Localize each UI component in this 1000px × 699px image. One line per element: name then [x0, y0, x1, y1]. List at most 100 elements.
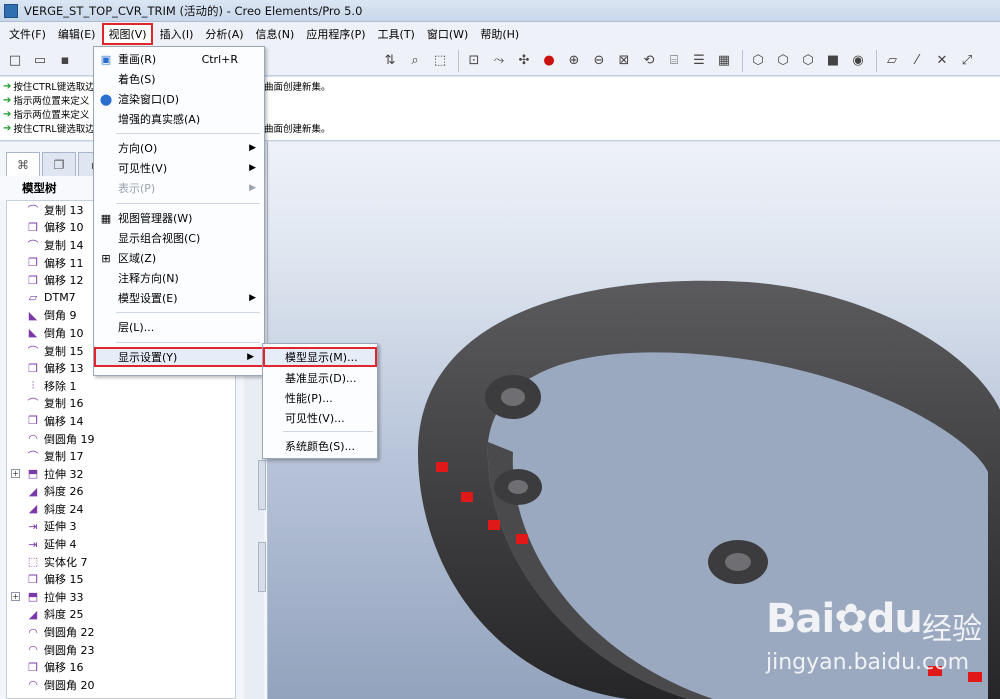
saved-views-icon[interactable]: ⌸ — [663, 50, 685, 72]
menu-file[interactable]: 文件(F) — [4, 24, 51, 44]
tree-item[interactable]: + ⬒ 拉伸 33 — [7, 588, 235, 606]
expand-icon[interactable]: + — [11, 592, 20, 602]
tree-item[interactable]: ⇥ 延伸 3 — [7, 518, 235, 536]
tree-item[interactable]: ⌒ 复制 16 — [7, 395, 235, 413]
open-folder-icon[interactable]: ▭ — [29, 50, 51, 72]
tree-item-label: 延伸 4 — [44, 538, 77, 552]
folder-browser-tab-icon[interactable]: ❐ — [42, 152, 76, 176]
view-menu-item[interactable]: 层(L)... — [94, 317, 264, 337]
view-menu-item[interactable]: 注释方向(N) — [94, 268, 264, 288]
view-menu-item[interactable]: ▣ 重画(R) Ctrl+R — [94, 49, 264, 69]
view-menu-item[interactable]: 方向(O) ▶ — [94, 138, 264, 158]
menu-help[interactable]: 帮助(H) — [475, 24, 524, 44]
display-settings-item[interactable]: 系统颜色(S)... — [263, 436, 377, 456]
red-tab — [516, 534, 528, 544]
paw-icon: ✿ — [834, 596, 868, 642]
menu-insert[interactable]: 插入(I) — [155, 24, 199, 44]
tree-item[interactable]: ◠ 倒圆角 20 — [7, 676, 235, 694]
view-menu-item[interactable]: 可见性(V) ▶ — [94, 158, 264, 178]
tree-item[interactable]: ❒ 偏移 14 — [7, 412, 235, 430]
panel-sash-grip[interactable] — [258, 542, 266, 592]
view-menu-item-label: 着色(S) — [118, 73, 156, 86]
layers-icon[interactable]: ☰ — [688, 50, 710, 72]
menu-view[interactable]: 视图(V) — [102, 23, 153, 45]
wireframe-icon[interactable]: ⬡ — [747, 50, 769, 72]
zoom-out-icon[interactable]: ⊖ — [588, 50, 610, 72]
display-settings-item[interactable]: 性能(P)... — [263, 388, 377, 408]
message-tail: 曲面创建新集。 — [264, 82, 331, 93]
view-menu-item[interactable]: 着色(S) — [94, 69, 264, 89]
tree-item[interactable]: ⬚ 实体化 7 — [7, 553, 235, 571]
tree-item[interactable]: ❒ 偏移 15 — [7, 570, 235, 588]
tree-item[interactable]: ⌒ 复制 17 — [7, 447, 235, 465]
menu-applications[interactable]: 应用程序(P) — [301, 24, 370, 44]
csys-icon[interactable]: ⤢ — [956, 50, 978, 72]
menu-tools[interactable]: 工具(T) — [373, 24, 420, 44]
find-icon[interactable]: ⌕ — [404, 50, 426, 72]
reorient-icon[interactable]: ⟲ — [638, 50, 660, 72]
save-icon[interactable]: ▪ — [54, 50, 76, 72]
select-box-icon[interactable]: ⬚ — [429, 50, 451, 72]
tree-item[interactable]: ◢ 斜度 25 — [7, 606, 235, 624]
display-settings-item[interactable]: 基准显示(D)... — [263, 368, 377, 388]
tree-item[interactable]: ◢ 斜度 24 — [7, 500, 235, 518]
spin-center-icon[interactable]: ✣ — [513, 50, 535, 72]
tree-item[interactable]: ◠ 倒圆角 23 — [7, 641, 235, 659]
zoom-in-icon[interactable]: ⊕ — [563, 50, 585, 72]
appearance-icon[interactable]: ● — [538, 50, 560, 72]
view-menu-item-label: 可见性(V) — [118, 162, 168, 175]
view-menu-item-label: 重画(R) — [118, 53, 157, 66]
sketch-icon[interactable]: ⊡ — [463, 50, 485, 72]
render-icon: ⬤ — [99, 92, 113, 106]
round-icon: ◠ — [28, 678, 38, 692]
enhanced-realism-icon[interactable]: ◉ — [847, 50, 869, 72]
no-hidden-icon[interactable]: ⬡ — [797, 50, 819, 72]
tree-item-label: 偏移 11 — [44, 256, 84, 270]
tree-item-label: 偏移 13 — [44, 362, 84, 376]
curve-icon[interactable]: ⤳ — [488, 50, 510, 72]
baidu-logo-text-2: du — [866, 596, 923, 642]
view-menu-item[interactable]: 显示组合视图(C) — [94, 228, 264, 248]
menu-analysis[interactable]: 分析(A) — [200, 24, 248, 44]
panel-sash-grip[interactable] — [258, 460, 266, 510]
view-menu-item[interactable]: ▦ 视图管理器(W) — [94, 208, 264, 228]
view-menu-item-label: 方向(O) — [118, 142, 158, 155]
view-manager-icon[interactable]: ▦ — [713, 50, 735, 72]
offset-icon: ❒ — [28, 220, 38, 234]
menu-info[interactable]: 信息(N) — [251, 24, 300, 44]
tree-item[interactable]: ❒ 偏移 16 — [7, 658, 235, 676]
tree-item[interactable]: ◠ 倒圆角 19 — [7, 430, 235, 448]
view-menu-item[interactable]: 模型设置(E) ▶ — [94, 288, 264, 308]
view-menu-item[interactable]: 显示设置(Y) ▶ — [94, 347, 264, 367]
display-settings-item[interactable]: 模型显示(M)... — [263, 347, 377, 367]
datum-points-icon[interactable]: ✕ — [931, 50, 953, 72]
view-menu-item[interactable]: 增强的真实感(A) — [94, 109, 264, 129]
regen-icon[interactable]: ⇅ — [379, 50, 401, 72]
view-menu-item-label: 层(L)... — [118, 321, 155, 334]
display-settings-item[interactable]: 可见性(V)... — [263, 408, 377, 428]
menu-edit[interactable]: 编辑(E) — [53, 24, 101, 44]
tree-item[interactable]: ⇥ 延伸 4 — [7, 535, 235, 553]
shaded-icon[interactable]: ■ — [822, 50, 844, 72]
tree-item[interactable]: + ⬒ 拉伸 32 — [7, 465, 235, 483]
datum-axes-icon[interactable]: ⁄ — [906, 50, 928, 72]
expand-icon[interactable]: + — [11, 469, 20, 479]
view-menu-item-label: 增强的真实感(A) — [118, 113, 201, 126]
view-menu-item[interactable]: ⊞ 区域(Z) — [94, 248, 264, 268]
model-tree-tab-icon[interactable]: ⌘ — [6, 152, 40, 176]
datum-planes-icon[interactable]: ▱ — [881, 50, 903, 72]
extrude-icon: ⬒ — [27, 467, 39, 481]
view-menu-item[interactable]: ⬤ 渲染窗口(D) — [94, 89, 264, 109]
offset-icon: ❒ — [28, 361, 38, 375]
tree-item-label: 复制 13 — [44, 203, 84, 217]
tree-item[interactable]: ⫶ 移除 1 — [7, 377, 235, 395]
tree-item[interactable]: ◠ 倒圆角 22 — [7, 623, 235, 641]
refit-icon[interactable]: ⊠ — [613, 50, 635, 72]
baidu-jingyan-text: 经验 — [922, 612, 982, 647]
tree-item[interactable]: ◢ 斜度 26 — [7, 483, 235, 501]
menu-window[interactable]: 窗口(W) — [422, 24, 473, 44]
draft-icon: ◢ — [28, 502, 38, 516]
hidden-line-icon[interactable]: ⬡ — [772, 50, 794, 72]
tree-item-label: 倒圆角 19 — [44, 432, 95, 446]
new-file-icon[interactable]: □ — [4, 50, 26, 72]
